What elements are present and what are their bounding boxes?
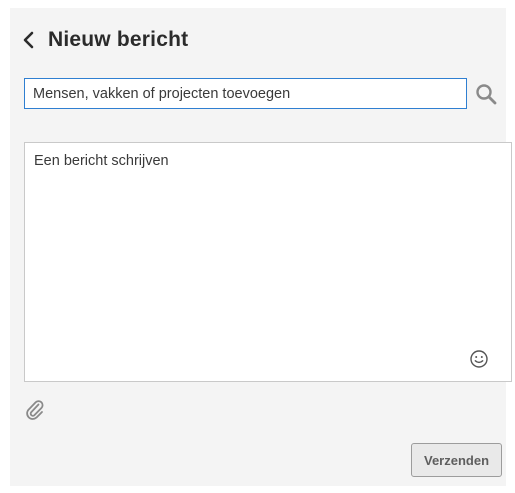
chevron-left-icon[interactable] xyxy=(18,29,40,51)
paperclip-icon[interactable] xyxy=(25,399,45,421)
page-title: Nieuw bericht xyxy=(48,28,189,51)
search-icon[interactable] xyxy=(474,82,498,106)
header: Nieuw bericht xyxy=(18,28,188,52)
message-textarea[interactable] xyxy=(24,142,512,382)
send-button[interactable]: Verzenden xyxy=(411,443,502,477)
smiley-icon[interactable] xyxy=(469,349,489,369)
recipients-input[interactable] xyxy=(24,78,467,109)
